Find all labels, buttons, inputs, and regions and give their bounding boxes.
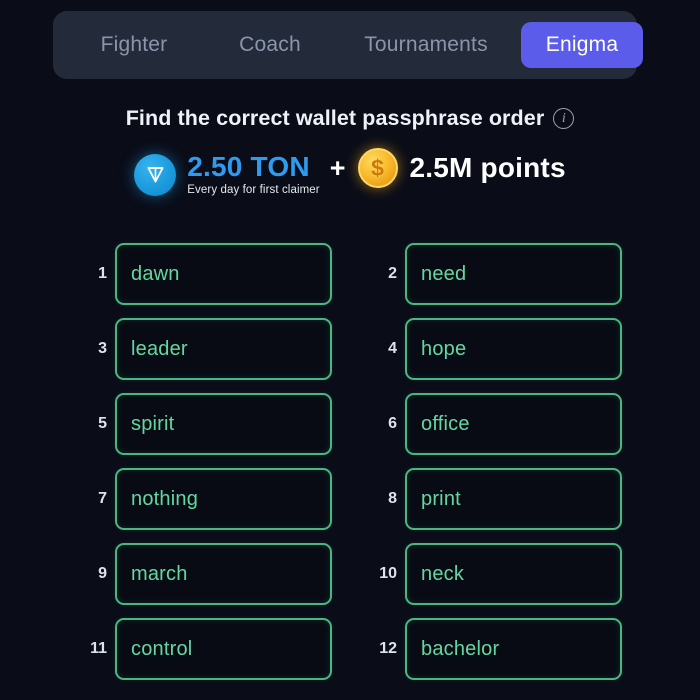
word-index: 11 [90,640,107,657]
word-label: dawn [131,262,180,285]
word-slot-4[interactable]: hope [405,318,622,380]
list-item: 11 control [82,618,332,680]
tab-coach[interactable]: Coach [209,22,331,68]
reward-row: 2.50 TON Every day for first claimer + $… [0,148,700,201]
word-index: 6 [388,415,397,432]
word-slot-11[interactable]: control [115,618,332,680]
word-index: 12 [379,640,397,657]
dollar-glyph: $ [371,154,384,181]
list-item: 8 print [372,468,622,530]
list-item: 1 dawn [82,243,332,305]
enigma-screen: Fighter Coach Tournaments Enigma Find th… [0,0,700,700]
ton-coin-icon [134,153,177,196]
word-index: 3 [98,340,107,357]
list-item: 4 hope [372,318,622,380]
word-label: bachelor [421,637,500,660]
tab-enigma[interactable]: Enigma [521,22,643,68]
word-label: need [421,262,467,285]
points-amount: 2.5M points [409,152,566,183]
list-item: 6 office [372,393,622,455]
prompt-row: Find the correct wallet passphrase order… [0,106,700,131]
page-title: Find the correct wallet passphrase order [125,106,545,130]
word-index: 4 [388,340,397,357]
word-index: 7 [98,490,107,507]
word-label: control [131,637,193,660]
list-item: 12 bachelor [372,618,622,680]
word-slot-7[interactable]: nothing [115,468,332,530]
word-label: office [421,412,470,435]
ton-amount: 2.50 TON [187,151,310,182]
list-item: 5 spirit [82,393,332,455]
list-item: 7 nothing [82,468,332,530]
word-slot-8[interactable]: print [405,468,622,530]
word-index: 9 [98,565,107,582]
word-label: nothing [131,487,199,510]
points-reward: $ 2.5M points [357,148,566,188]
list-item: 2 need [372,243,622,305]
word-label: spirit [131,412,175,435]
tab-tournaments[interactable]: Tournaments [331,22,521,68]
info-icon[interactable]: i [553,108,575,129]
list-item: 3 leader [82,318,332,380]
word-index: 2 [388,265,397,282]
main-tab-bar: Fighter Coach Tournaments Enigma [53,11,643,79]
word-label: neck [421,562,465,585]
word-slot-6[interactable]: office [405,393,622,455]
word-slot-5[interactable]: spirit [115,393,332,455]
word-slot-9[interactable]: march [115,543,332,605]
word-slot-1[interactable]: dawn [115,243,332,305]
list-item: 10 neck [372,543,622,605]
word-slot-10[interactable]: neck [405,543,622,605]
dollar-coin-icon: $ [357,148,398,188]
word-slot-12[interactable]: bachelor [405,618,622,680]
word-label: hope [421,337,467,360]
ton-subtitle: Every day for first claimer [187,184,320,196]
passphrase-grid: 1 dawn 2 need 3 leader 4 hope 5 spirit 6… [82,243,622,680]
word-slot-2[interactable]: need [405,243,622,305]
word-index: 8 [388,490,397,507]
word-index: 1 [98,265,107,282]
list-item: 9 march [82,543,332,605]
plus-separator: + [329,152,346,183]
word-index: 10 [379,565,397,582]
ton-reward: 2.50 TON Every day for first claimer [134,151,320,196]
tab-fighter[interactable]: Fighter [59,22,209,68]
word-label: leader [131,337,188,360]
word-index: 5 [98,415,107,432]
word-label: print [421,487,461,510]
word-slot-3[interactable]: leader [115,318,332,380]
word-label: march [131,562,188,585]
